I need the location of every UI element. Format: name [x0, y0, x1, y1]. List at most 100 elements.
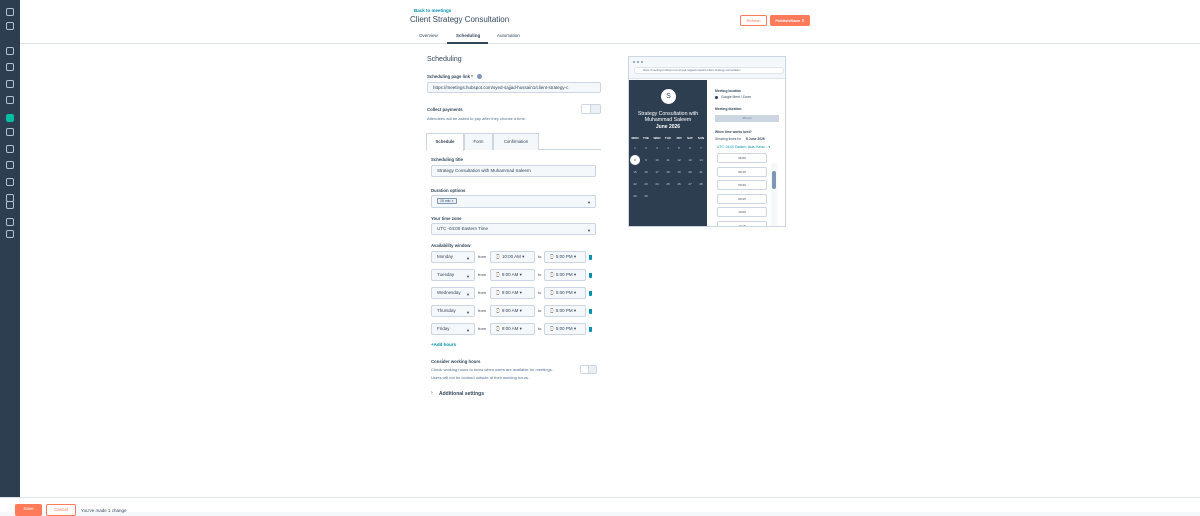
subtab-form[interactable]: Form [464, 133, 493, 150]
trash-icon[interactable] [589, 327, 592, 332]
time-slot[interactable]: 10:00 [717, 207, 767, 217]
service-icon[interactable] [6, 96, 14, 104]
subtab-schedule[interactable]: Schedule [426, 133, 464, 151]
day-select[interactable]: Tuesday ▼ [431, 269, 475, 281]
calendar-day[interactable]: 18 [663, 170, 673, 174]
contacts-icon[interactable] [6, 47, 14, 55]
collect-payments-toggle[interactable] [581, 104, 601, 114]
calendar-day[interactable]: 21 [696, 170, 706, 174]
trash-icon[interactable] [589, 291, 592, 296]
page-link-input[interactable]: https://meetings.hubspot.com/syed-sajjad… [427, 82, 601, 93]
duration-chip[interactable]: 15 min × [437, 198, 457, 204]
calendar-day[interactable]: 16 [641, 170, 651, 174]
calendar-day[interactable]: 10 [652, 158, 662, 162]
calendar-day[interactable]: 11 [663, 158, 673, 162]
calendar-day[interactable]: 6 [685, 146, 695, 150]
timezone-select[interactable]: UTC -04:00 Eastern Time ▼ [431, 223, 596, 235]
trash-icon[interactable] [589, 309, 592, 314]
duration-select[interactable]: 15 min × ▼ [431, 195, 596, 208]
refresh-button[interactable]: Refresh [740, 15, 767, 26]
calendar-day[interactable]: 1 [630, 146, 640, 150]
subtab-confirmation[interactable]: Confirmation [493, 133, 539, 150]
tab-automation[interactable]: Automation [497, 33, 520, 38]
day-select[interactable]: Wednesday ▼ [431, 287, 475, 299]
start-time-select[interactable]: ⌚ 9:00 AM ▾ [490, 305, 535, 317]
calendar-day[interactable]: 12 [674, 158, 684, 162]
calendar-day[interactable]: 30 [641, 194, 651, 198]
calendar-day[interactable]: 27 [685, 182, 695, 186]
chevron-down-icon: ▼ [587, 228, 591, 233]
day-select[interactable]: Friday ▼ [431, 323, 475, 335]
calendar-day[interactable]: 7 [696, 146, 706, 150]
clock-icon: ⌚ [549, 308, 556, 313]
calendar-day[interactable]: 19 [674, 170, 684, 174]
bookmarks-icon[interactable] [6, 22, 14, 30]
calendar-day[interactable]: 13 [685, 158, 695, 162]
end-time-select[interactable]: ⌚ 5:00 PM ▾ [544, 323, 586, 335]
sales-icon[interactable] [6, 80, 14, 88]
selected-date[interactable]: 8 [630, 155, 640, 165]
calendar-day[interactable]: 25 [663, 182, 673, 186]
preview-when-label: When time works best? [715, 130, 752, 134]
day-select[interactable]: Thursday ▼ [431, 305, 475, 317]
automation-icon[interactable] [6, 128, 14, 136]
calendar-day[interactable]: 2 [641, 146, 651, 150]
end-time-select[interactable]: ⌚ 5:00 PM ▾ [544, 269, 586, 281]
clock-icon: ⌚ [495, 308, 502, 313]
calendar-day[interactable]: 14 [696, 158, 706, 162]
start-time-select[interactable]: ⌚ 10:00 AM ▾ [490, 251, 535, 263]
end-time-select[interactable]: ⌚ 5:00 PM ▾ [544, 251, 586, 263]
reports-icon[interactable] [6, 145, 14, 153]
additional-settings-toggle[interactable]: Additional settings [439, 391, 484, 397]
home-icon[interactable] [6, 8, 14, 16]
time-slot[interactable]: 09:30 [717, 180, 767, 190]
time-slot[interactable]: 09:15 [717, 166, 767, 177]
footer-bar: Save Cancel You've made 1 change [0, 497, 1200, 516]
calendar-day[interactable]: 24 [652, 182, 662, 186]
chevron-down-icon: ▼ [587, 200, 591, 205]
network-icon[interactable] [6, 178, 14, 186]
cancel-button[interactable]: Cancel [46, 504, 76, 516]
save-button[interactable]: Save [15, 504, 42, 516]
calendar-day[interactable]: 15 [630, 170, 640, 174]
collect-payments-label: Collect payments [427, 107, 463, 112]
trash-icon[interactable] [589, 255, 592, 260]
calendar-day[interactable]: 3 [652, 146, 662, 150]
calendar-day[interactable]: 9 [641, 158, 651, 162]
end-time-select[interactable]: ⌚ 5:00 PM ▾ [544, 305, 586, 317]
calendar-day[interactable]: 20 [685, 170, 695, 174]
calendar-day[interactable]: 17 [652, 170, 662, 174]
tab-scheduling[interactable]: Scheduling [456, 33, 480, 38]
working-hours-toggle[interactable] [580, 365, 597, 374]
grid-icon[interactable] [6, 230, 14, 238]
calendar-day[interactable]: 29 [630, 194, 640, 198]
time-slot[interactable]: 09:45 [717, 193, 767, 204]
time-slot[interactable]: 10:15 [717, 220, 767, 226]
meetings-icon[interactable] [6, 114, 14, 122]
tab-overview[interactable]: Overview [419, 33, 438, 38]
calendar-day[interactable]: 26 [674, 182, 684, 186]
trash-icon[interactable] [589, 273, 592, 278]
calendar-day[interactable]: 28 [696, 182, 706, 186]
day-select[interactable]: Monday ▼ [431, 251, 475, 263]
library-icon[interactable] [6, 161, 14, 169]
start-time-select[interactable]: ⌚ 9:00 AM ▾ [490, 323, 535, 335]
calendar-day[interactable]: 22 [630, 182, 640, 186]
calendar-day[interactable]: 4 [663, 146, 673, 150]
time-slot[interactable]: 09:00 [717, 153, 767, 163]
start-time-select[interactable]: ⌚ 9:00 AM ▾ [490, 269, 535, 281]
info-icon[interactable] [477, 74, 482, 79]
working-hours-help-2: Users will not be booked outside of thei… [431, 375, 530, 380]
calendar-day[interactable]: 5 [674, 146, 684, 150]
calendar-day[interactable]: 23 [641, 182, 651, 186]
spark-icon[interactable] [6, 218, 14, 226]
marketing-icon[interactable] [6, 63, 14, 71]
add-hours-link[interactable]: +Add hours [431, 342, 456, 347]
end-time-select[interactable]: ⌚ 5:00 PM ▾ [544, 287, 586, 299]
preview-duration-value: 15 min [715, 115, 779, 122]
publish-button[interactable]: Publish/Save ⇪ [770, 15, 810, 26]
settings-icon[interactable] [6, 201, 14, 209]
start-time-select[interactable]: ⌚ 9:00 AM ▾ [490, 287, 535, 299]
scheduling-title-input[interactable]: Strategy Consultation with Muhammad Sale… [431, 165, 596, 177]
back-link[interactable]: Back to meetings [414, 8, 451, 13]
